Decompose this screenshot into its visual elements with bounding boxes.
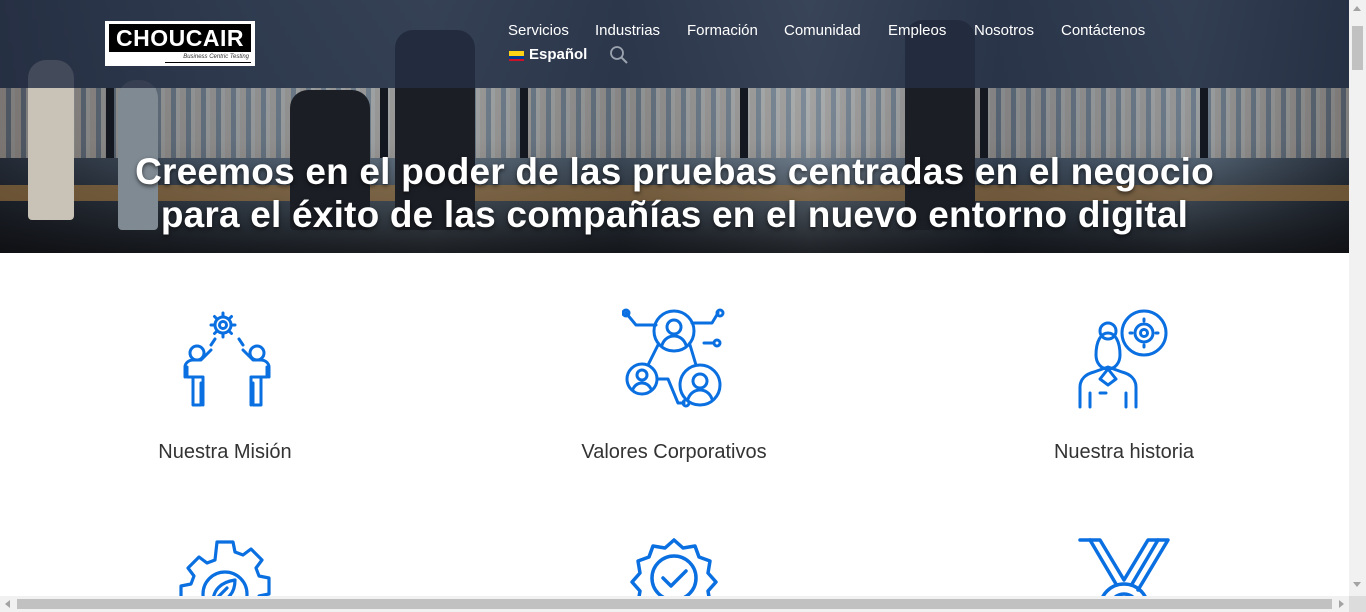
- feature-mission-label: Nuestra Misión: [158, 441, 292, 463]
- logo-brand: CHOUCAIR: [109, 24, 251, 52]
- logo-underline: [165, 62, 251, 63]
- window-mullion: [1200, 88, 1208, 158]
- feature-mission[interactable]: Nuestra Misión: [75, 307, 375, 463]
- window-mullion: [980, 88, 988, 158]
- vertical-scrollbar[interactable]: [1349, 0, 1366, 596]
- scroll-down-arrow-icon[interactable]: [1353, 582, 1361, 587]
- nav-empleos[interactable]: Empleos: [888, 22, 946, 40]
- feature-history[interactable]: Nuestra historia: [974, 307, 1274, 463]
- colombia-flag-icon[interactable]: [509, 51, 524, 61]
- nav-comunidad[interactable]: Comunidad: [784, 22, 861, 40]
- window-mullion: [740, 88, 748, 158]
- horizontal-scrollbar[interactable]: [0, 596, 1366, 612]
- window-mullion: [520, 88, 528, 158]
- scroll-up-arrow-icon[interactable]: [1353, 6, 1361, 11]
- nav-formacion[interactable]: Formación: [687, 22, 758, 40]
- nav-contactenos[interactable]: Contáctenos: [1061, 22, 1145, 40]
- hero-title-line2: para el éxito de las compañías en el nue…: [160, 194, 1189, 235]
- feature-sustainability[interactable]: [75, 538, 375, 596]
- medal-icon: [1078, 538, 1170, 596]
- hero-title-line1: Creemos en el poder de las pruebas centr…: [135, 151, 1214, 192]
- badge-check-icon: [630, 538, 718, 596]
- feature-values-label: Valores Corporativos: [581, 441, 767, 463]
- scroll-right-arrow-icon[interactable]: [1339, 600, 1344, 608]
- feature-history-label: Nuestra historia: [1053, 441, 1195, 463]
- window-mullion: [380, 88, 388, 158]
- search-icon[interactable]: [609, 45, 629, 65]
- page: Creemos en el poder de las pruebas centr…: [0, 0, 1366, 612]
- nav-industrias[interactable]: Industrias: [595, 22, 660, 40]
- gear-leaf-icon: [179, 540, 271, 596]
- team-gear-icon: [183, 311, 271, 407]
- vertical-scroll-thumb[interactable]: [1352, 26, 1363, 70]
- logo[interactable]: CHOUCAIR Business Centric Testing: [105, 21, 255, 66]
- person-gear-icon: [1078, 309, 1168, 409]
- people-network-icon: [622, 308, 725, 408]
- scrollbar-corner: [1349, 596, 1366, 612]
- feature-values[interactable]: Valores Corporativos: [524, 307, 824, 463]
- site-header: CHOUCAIR Business Centric Testing Servic…: [0, 0, 1349, 88]
- hero-background-city: [0, 88, 1349, 158]
- language-switcher[interactable]: Español: [529, 46, 587, 64]
- feature-quality[interactable]: [524, 538, 824, 596]
- feature-awards[interactable]: [974, 538, 1274, 596]
- horizontal-scroll-thumb[interactable]: [17, 599, 1332, 609]
- nav-servicios[interactable]: Servicios: [508, 22, 569, 40]
- logo-tagline: Business Centric Testing: [183, 54, 249, 60]
- window-mullion: [106, 88, 114, 158]
- nav-nosotros[interactable]: Nosotros: [974, 22, 1034, 40]
- hero-title: Creemos en el poder de las pruebas centr…: [0, 150, 1349, 236]
- scroll-left-arrow-icon[interactable]: [5, 600, 10, 608]
